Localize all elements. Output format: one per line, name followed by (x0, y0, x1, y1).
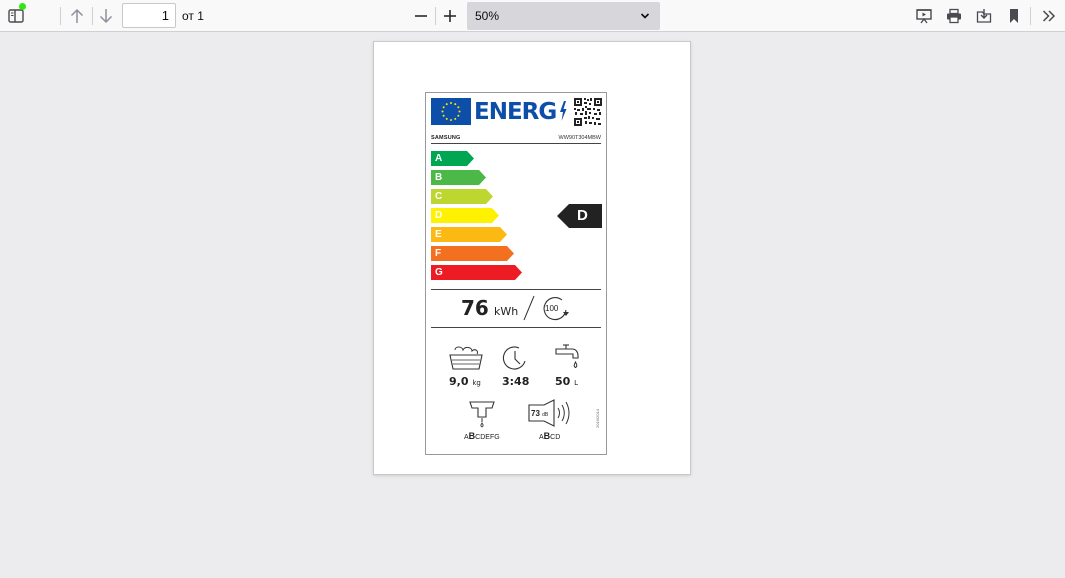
clock-icon (502, 346, 526, 370)
divider (431, 143, 601, 144)
model-number: WW90T304MBW (558, 135, 601, 141)
capacity-value: 9,0 kg (449, 375, 481, 388)
zoom-value: 50% (475, 9, 500, 23)
water-consumption-value: 50 L (555, 375, 579, 388)
zoom-out-button[interactable] (410, 5, 432, 27)
print-button[interactable] (943, 5, 965, 27)
plus-icon (444, 10, 456, 22)
pdf-toolbar: от 1 50% (0, 0, 1065, 32)
energy-consumption-value: 76 (461, 296, 489, 320)
class-letter-a: A (435, 153, 443, 164)
class-letter-f: F (435, 248, 442, 259)
class-arrow-f (431, 246, 514, 261)
arrow-up-icon (70, 8, 84, 23)
energy-header-text: ENERG (474, 99, 557, 125)
programme-duration-value: 3:48 (502, 375, 530, 388)
save-icon (976, 9, 992, 23)
spin-drying-icon (469, 401, 495, 428)
tools-button[interactable] (1037, 5, 1061, 27)
next-page-button[interactable] (95, 5, 117, 27)
qr-code-icon (574, 98, 602, 126)
eu-flag-icon (431, 98, 471, 125)
class-letter-c: C (435, 191, 443, 202)
print-icon (947, 8, 961, 24)
chevron-down-icon (640, 13, 650, 19)
notification-dot (19, 3, 26, 10)
cycles-value: 100 (545, 304, 559, 313)
class-letter-g: G (435, 267, 443, 278)
save-button[interactable] (973, 5, 995, 27)
page-count-label: от 1 (182, 9, 204, 23)
energy-consumption-unit: kWh (494, 305, 519, 318)
previous-page-button[interactable] (66, 5, 88, 27)
double-chevron-right-icon (1042, 10, 1056, 22)
zoom-select[interactable]: 50% (467, 2, 660, 30)
water-tap-icon (555, 344, 579, 369)
laundry-basket-icon (449, 346, 483, 370)
slash-divider (523, 295, 535, 321)
bookmark-icon (1010, 9, 1018, 23)
class-letter-d: D (435, 210, 443, 221)
noise-value: 73 dB (531, 409, 549, 418)
class-arrow-g (431, 265, 522, 280)
class-letter-e: E (435, 229, 442, 240)
sidebar-toggle-icon (8, 9, 24, 23)
divider (431, 327, 601, 328)
presentation-mode-icon (916, 9, 932, 24)
minus-icon (415, 15, 427, 17)
rated-class-letter: D (577, 207, 588, 224)
spin-class-scale: ABCDEFG (464, 431, 500, 441)
divider (431, 289, 601, 290)
class-arrow-e (431, 227, 507, 242)
presentation-mode-button[interactable] (913, 5, 935, 27)
energy-label: ENERG SAMSUNG WW90T304MBW A B C D E F G … (425, 92, 607, 455)
class-letter-b: B (435, 172, 443, 183)
lightning-icon (560, 101, 567, 121)
noise-class-scale: ABCD (539, 431, 561, 441)
arrow-down-icon (99, 9, 113, 24)
brand-name: SAMSUNG (431, 135, 461, 141)
pdf-page: ENERG SAMSUNG WW90T304MBW A B C D E F G … (373, 41, 691, 475)
bookmark-button[interactable] (1003, 5, 1025, 27)
regulation-number: 2019/2014 (595, 409, 600, 428)
zoom-in-button[interactable] (439, 5, 461, 27)
rated-class-marker: D (557, 204, 602, 228)
page-number-input[interactable] (122, 3, 176, 28)
